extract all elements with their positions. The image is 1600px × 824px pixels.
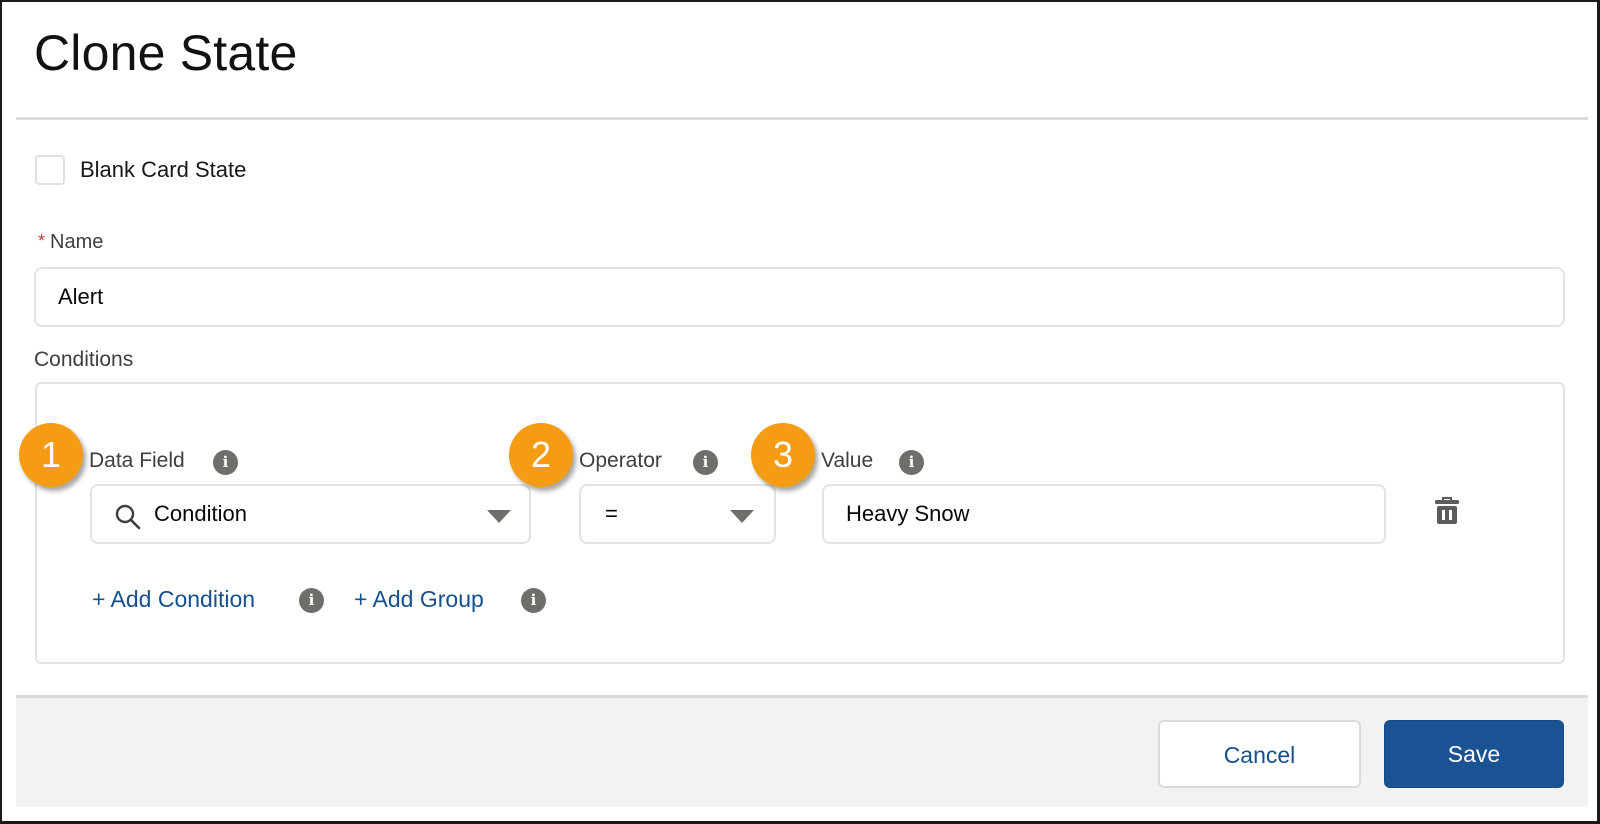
blank-card-state-label: Blank Card State xyxy=(80,157,247,182)
info-icon[interactable]: i xyxy=(299,588,324,613)
info-icon[interactable]: i xyxy=(899,450,924,475)
name-label: Name xyxy=(50,231,104,253)
chevron-down-icon xyxy=(730,510,754,523)
chevron-down-icon xyxy=(487,510,511,523)
save-button[interactable]: Save xyxy=(1384,720,1564,788)
operator-label: Operator xyxy=(579,449,662,472)
add-group-link[interactable]: + Add Group xyxy=(354,586,484,613)
info-icon[interactable]: i xyxy=(521,588,546,613)
modal-title: Clone State xyxy=(34,25,298,81)
value-label: Value xyxy=(821,449,874,472)
callout-badge-1: 1 xyxy=(19,423,83,487)
conditions-label: Conditions xyxy=(34,348,134,371)
data-field-label: Data Field xyxy=(89,449,185,472)
callout-badge-3: 3 xyxy=(751,423,815,487)
name-input[interactable] xyxy=(34,267,1565,327)
required-marker: * xyxy=(38,231,46,251)
header-divider xyxy=(16,117,1588,120)
cancel-button[interactable]: Cancel xyxy=(1158,720,1361,788)
operator-select[interactable]: = xyxy=(579,484,776,544)
clone-state-modal: Clone State Blank Card State * Name Cond… xyxy=(0,0,1600,824)
operator-value: = xyxy=(605,501,618,526)
add-condition-link[interactable]: + Add Condition xyxy=(92,586,255,613)
callout-badge-2: 2 xyxy=(509,423,573,487)
blank-card-state-checkbox[interactable] xyxy=(35,155,65,185)
value-input[interactable]: Heavy Snow xyxy=(822,484,1386,544)
data-field-value: Condition xyxy=(154,501,247,526)
value-text: Heavy Snow xyxy=(846,501,970,526)
trash-icon[interactable] xyxy=(1434,496,1460,526)
info-icon[interactable]: i xyxy=(693,450,718,475)
data-field-combobox[interactable]: Condition xyxy=(90,484,531,544)
info-icon[interactable]: i xyxy=(213,450,238,475)
search-icon xyxy=(115,504,141,530)
